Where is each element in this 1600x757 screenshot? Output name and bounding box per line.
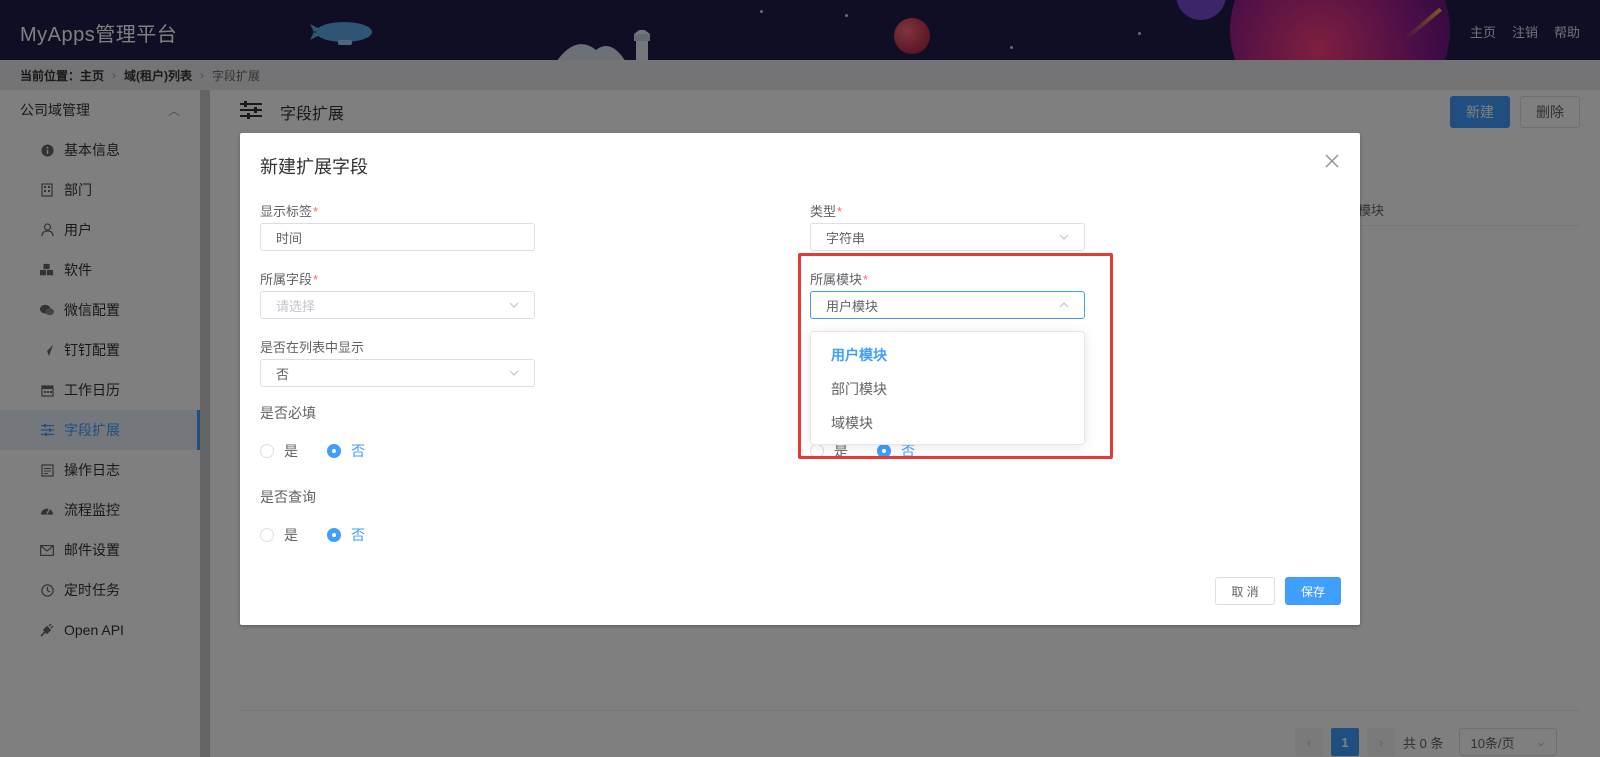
required-yes-radio[interactable]: 是: [260, 441, 298, 461]
radio-circle: [327, 528, 341, 542]
radio-circle: [877, 444, 891, 458]
field-select-label: 所属字段*: [260, 272, 319, 287]
chevron-down-icon: [509, 302, 519, 308]
radio-label: 否: [351, 443, 365, 459]
radio-circle: [327, 444, 341, 458]
required-no-radio[interactable]: 否: [327, 441, 365, 461]
show-in-list-label: 是否在列表中显示: [260, 340, 365, 355]
radio-label: 是: [284, 443, 298, 459]
cancel-button[interactable]: 取 消: [1215, 577, 1275, 605]
field-select[interactable]: 请选择: [260, 291, 535, 319]
module-select[interactable]: 用户模块: [810, 291, 1085, 319]
chevron-down-icon: [509, 370, 519, 376]
show-in-list-value: 否: [276, 366, 290, 382]
display-label-input[interactable]: 时间: [260, 223, 535, 251]
query-yes-radio[interactable]: 是: [260, 525, 298, 545]
radio-circle: [260, 528, 274, 542]
field-select-placeholder: 请选择: [276, 298, 316, 314]
module-option-user[interactable]: 用户模块: [811, 338, 1084, 372]
module-dropdown: 用户模块 部门模块 域模块: [810, 331, 1085, 445]
type-value: 字符串: [826, 230, 866, 246]
chevron-down-icon: [1059, 234, 1069, 240]
close-icon[interactable]: [1324, 153, 1340, 169]
module-label: 所属模块*: [810, 272, 869, 287]
dialog-title: 新建扩展字段: [260, 157, 368, 177]
radio-circle: [810, 444, 824, 458]
query-no-radio[interactable]: 否: [327, 525, 365, 545]
query-label: 是否查询: [260, 489, 316, 505]
radio-label: 是: [284, 527, 298, 543]
display-label-label: 显示标签*: [260, 204, 319, 219]
required-label: 是否必填: [260, 405, 316, 421]
module-value: 用户模块: [826, 298, 879, 314]
save-button[interactable]: 保存: [1285, 577, 1341, 605]
module-option-department[interactable]: 部门模块: [811, 372, 1084, 406]
radio-circle: [260, 444, 274, 458]
chevron-up-icon: [1059, 302, 1069, 308]
type-select[interactable]: 字符串: [810, 223, 1085, 251]
new-field-dialog: 新建扩展字段 显示标签* 时间 所属字段* 请选择 是否在列表中显示 否 是否必…: [240, 133, 1360, 625]
display-label-value: 时间: [276, 230, 303, 246]
type-label: 类型*: [810, 204, 843, 219]
module-option-domain[interactable]: 域模块: [811, 406, 1084, 440]
show-in-list-select[interactable]: 否: [260, 359, 535, 387]
radio-label: 否: [351, 527, 365, 543]
